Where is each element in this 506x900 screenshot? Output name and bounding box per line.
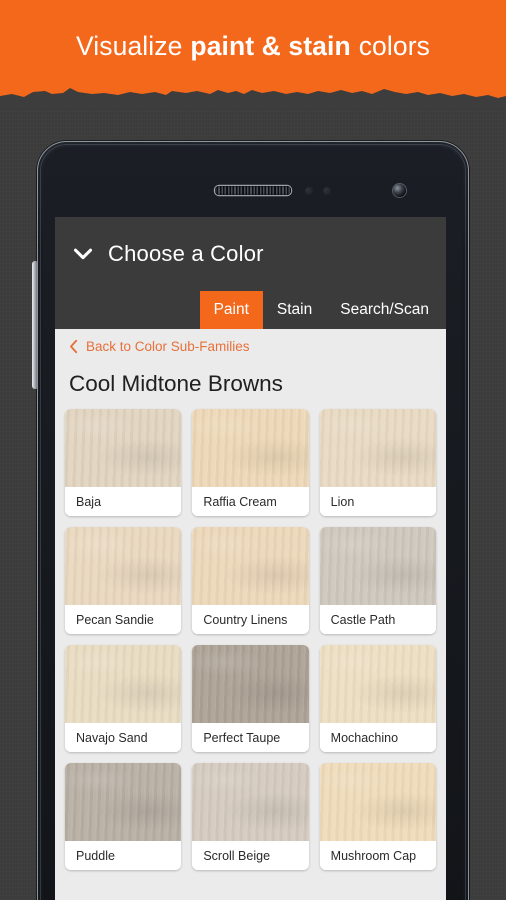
color-swatch (319, 527, 436, 605)
tab-bar: Paint Stain Search/Scan (199, 291, 446, 329)
marketing-banner: Visualize paint & stain colors (0, 0, 506, 108)
app-store-screenshot: Visualize paint & stain colors Choose a … (0, 0, 506, 900)
banner-headline-part-2: paint & stain (190, 30, 351, 61)
speaker-grille-icon (215, 186, 291, 195)
color-card[interactable]: Navajo Sand (65, 645, 182, 752)
color-name-label: Scroll Beige (192, 841, 309, 870)
color-name-label: Baja (65, 487, 182, 516)
color-card[interactable]: Mochachino (319, 645, 436, 752)
color-card[interactable]: Scroll Beige (192, 763, 309, 870)
app-screen: Choose a Color Paint Stain Search/Scan B… (55, 217, 446, 900)
wood-grain-texture (319, 763, 436, 841)
color-swatch (319, 409, 436, 487)
color-name-label: Country Linens (192, 605, 309, 634)
color-swatch (65, 763, 182, 841)
color-swatch (192, 409, 309, 487)
color-swatch-grid: Baja Raffia Cream Lion Pecan Sandie Coun (55, 409, 446, 870)
wood-grain-texture (65, 527, 182, 605)
phone-device: Choose a Color Paint Stain Search/Scan B… (32, 141, 469, 900)
color-name-label: Pecan Sandie (65, 605, 182, 634)
color-swatch (192, 645, 309, 723)
color-card[interactable]: Raffia Cream (192, 409, 309, 516)
wood-grain-texture (319, 409, 436, 487)
color-name-label: Mushroom Cap (319, 841, 436, 870)
color-name-label: Castle Path (319, 605, 436, 634)
tab-search-scan[interactable]: Search/Scan (326, 291, 446, 329)
wood-grain-texture (192, 409, 309, 487)
chevron-left-icon (70, 339, 78, 353)
color-card[interactable]: Baja (65, 409, 182, 516)
color-name-label: Raffia Cream (192, 487, 309, 516)
volume-rocker-button[interactable] (32, 261, 37, 389)
wood-grain-texture (65, 645, 182, 723)
breadcrumb[interactable]: Back to Color Sub-Families (55, 329, 446, 363)
page-title: Cool Midtone Browns (55, 363, 446, 409)
banner-headline-part-1: Visualize (76, 30, 183, 61)
color-card[interactable]: Perfect Taupe (192, 645, 309, 752)
chevron-down-icon[interactable] (71, 242, 95, 266)
header-title-row: Choose a Color (55, 217, 264, 291)
tab-stain[interactable]: Stain (263, 291, 326, 329)
light-sensor-icon (323, 187, 331, 195)
color-card[interactable]: Lion (319, 409, 436, 516)
color-name-label: Mochachino (319, 723, 436, 752)
tab-paint[interactable]: Paint (199, 291, 263, 329)
banner-headline-part-3: colors (358, 30, 430, 61)
breadcrumb-label: Back to Color Sub-Families (86, 338, 250, 354)
color-card[interactable]: Castle Path (319, 527, 436, 634)
color-swatch (192, 763, 309, 841)
wood-grain-texture (65, 409, 182, 487)
color-name-label: Lion (319, 487, 436, 516)
wood-grain-texture (192, 763, 309, 841)
color-card[interactable]: Pecan Sandie (65, 527, 182, 634)
wood-grain-texture (192, 645, 309, 723)
color-card[interactable]: Country Linens (192, 527, 309, 634)
banner-headline: Visualize paint & stain colors (0, 0, 506, 92)
color-name-label: Puddle (65, 841, 182, 870)
proximity-sensor-icon (305, 187, 313, 195)
wood-grain-texture (65, 763, 182, 841)
page-header-title: Choose a Color (108, 241, 264, 266)
color-swatch (192, 527, 309, 605)
app-header: Choose a Color Paint Stain Search/Scan (55, 217, 446, 329)
color-swatch (65, 645, 182, 723)
color-name-label: Navajo Sand (65, 723, 182, 752)
color-swatch (65, 409, 182, 487)
wood-grain-texture (319, 527, 436, 605)
color-swatch (319, 645, 436, 723)
color-swatch (65, 527, 182, 605)
color-card[interactable]: Puddle (65, 763, 182, 870)
wood-grain-texture (192, 527, 309, 605)
front-camera-icon (393, 184, 406, 197)
color-name-label: Perfect Taupe (192, 723, 309, 752)
color-card[interactable]: Mushroom Cap (319, 763, 436, 870)
wood-grain-texture (319, 645, 436, 723)
color-swatch (319, 763, 436, 841)
